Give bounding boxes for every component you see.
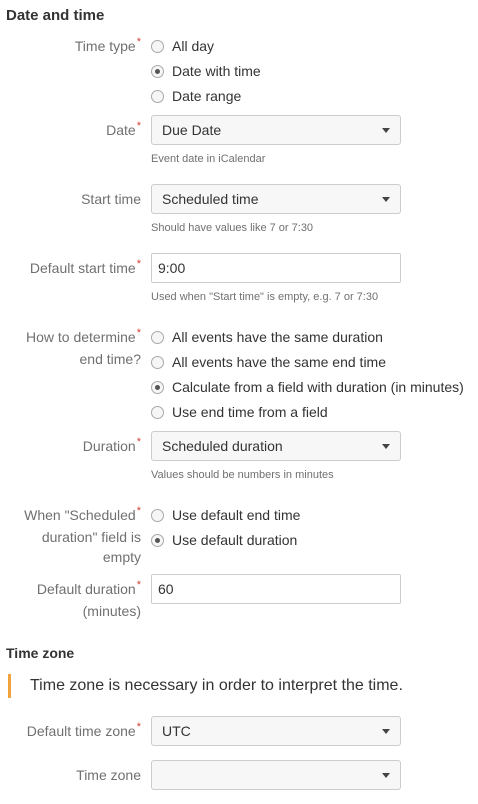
- radio-circle[interactable]: [151, 39, 164, 53]
- end-time-label: How to determine* end time?: [26, 327, 141, 367]
- radio-circle-checked[interactable]: [151, 64, 164, 78]
- required-marker: *: [136, 721, 141, 733]
- start-time-select[interactable]: Scheduled time: [151, 184, 401, 214]
- duration-hint: Values should be numbers in minutes: [151, 469, 334, 481]
- required-marker: *: [136, 36, 141, 48]
- default-duration-input[interactable]: [151, 574, 401, 604]
- radio-circle[interactable]: [151, 405, 164, 419]
- start-time-hint: Should have values like 7 or 7:30: [151, 222, 314, 234]
- radio-date-with-time[interactable]: Date with time: [151, 61, 261, 81]
- duration-label: Duration*: [82, 436, 141, 454]
- required-marker: *: [136, 436, 141, 448]
- required-marker: *: [136, 120, 141, 132]
- radio-date-range[interactable]: Date range: [151, 86, 241, 106]
- date-select[interactable]: Due Date: [151, 115, 401, 145]
- default-start-time-input[interactable]: [151, 253, 401, 283]
- radio-all-day[interactable]: All day: [151, 36, 214, 56]
- default-start-time-label: Default start time*: [29, 258, 141, 276]
- chevron-down-icon: [382, 729, 390, 734]
- radio-circle-checked[interactable]: [151, 533, 164, 547]
- duration-select[interactable]: Scheduled duration: [151, 431, 401, 461]
- radio-default-end-time[interactable]: Use default end time: [151, 505, 300, 525]
- chevron-down-icon: [382, 444, 390, 449]
- radio-calculate-from-duration[interactable]: Calculate from a field with duration (in…: [151, 377, 464, 397]
- radio-circle-checked[interactable]: [151, 380, 164, 394]
- date-label: Date*: [106, 120, 141, 138]
- radio-end-time-from-field[interactable]: Use end time from a field: [151, 402, 328, 422]
- chevron-down-icon: [382, 197, 390, 202]
- when-empty-label: When "Scheduled* duration" field is empty: [24, 505, 141, 565]
- radio-circle[interactable]: [151, 508, 164, 522]
- section-title-time-zone: Time zone: [6, 645, 75, 661]
- default-time-zone-select[interactable]: UTC: [151, 716, 401, 746]
- start-time-label: Start time: [81, 191, 141, 207]
- radio-same-duration[interactable]: All events have the same duration: [151, 327, 383, 347]
- date-hint: Event date in iCalendar: [151, 153, 266, 165]
- default-time-zone-label: Default time zone*: [26, 721, 141, 739]
- default-start-time-hint: Used when "Start time" is empty, e.g. 7 …: [151, 291, 379, 303]
- time-type-label: Time type*: [74, 36, 141, 54]
- chevron-down-icon: [382, 128, 390, 133]
- required-marker: *: [136, 579, 141, 591]
- radio-circle[interactable]: [151, 355, 164, 369]
- radio-circle[interactable]: [151, 89, 164, 103]
- radio-same-end-time[interactable]: All events have the same end time: [151, 352, 386, 372]
- radio-circle[interactable]: [151, 330, 164, 344]
- chevron-down-icon: [382, 773, 390, 778]
- time-zone-field-label: Time zone: [76, 767, 141, 783]
- section-title-date-and-time: Date and time: [6, 7, 105, 24]
- required-marker: *: [136, 258, 141, 270]
- time-zone-field-select[interactable]: [151, 760, 401, 790]
- required-marker: *: [136, 505, 141, 517]
- required-marker: *: [136, 327, 141, 339]
- default-duration-label: Default duration* (minutes): [36, 579, 141, 619]
- time-zone-info-message: Time zone is necessary in order to inter…: [8, 674, 468, 698]
- radio-default-duration[interactable]: Use default duration: [151, 530, 297, 550]
